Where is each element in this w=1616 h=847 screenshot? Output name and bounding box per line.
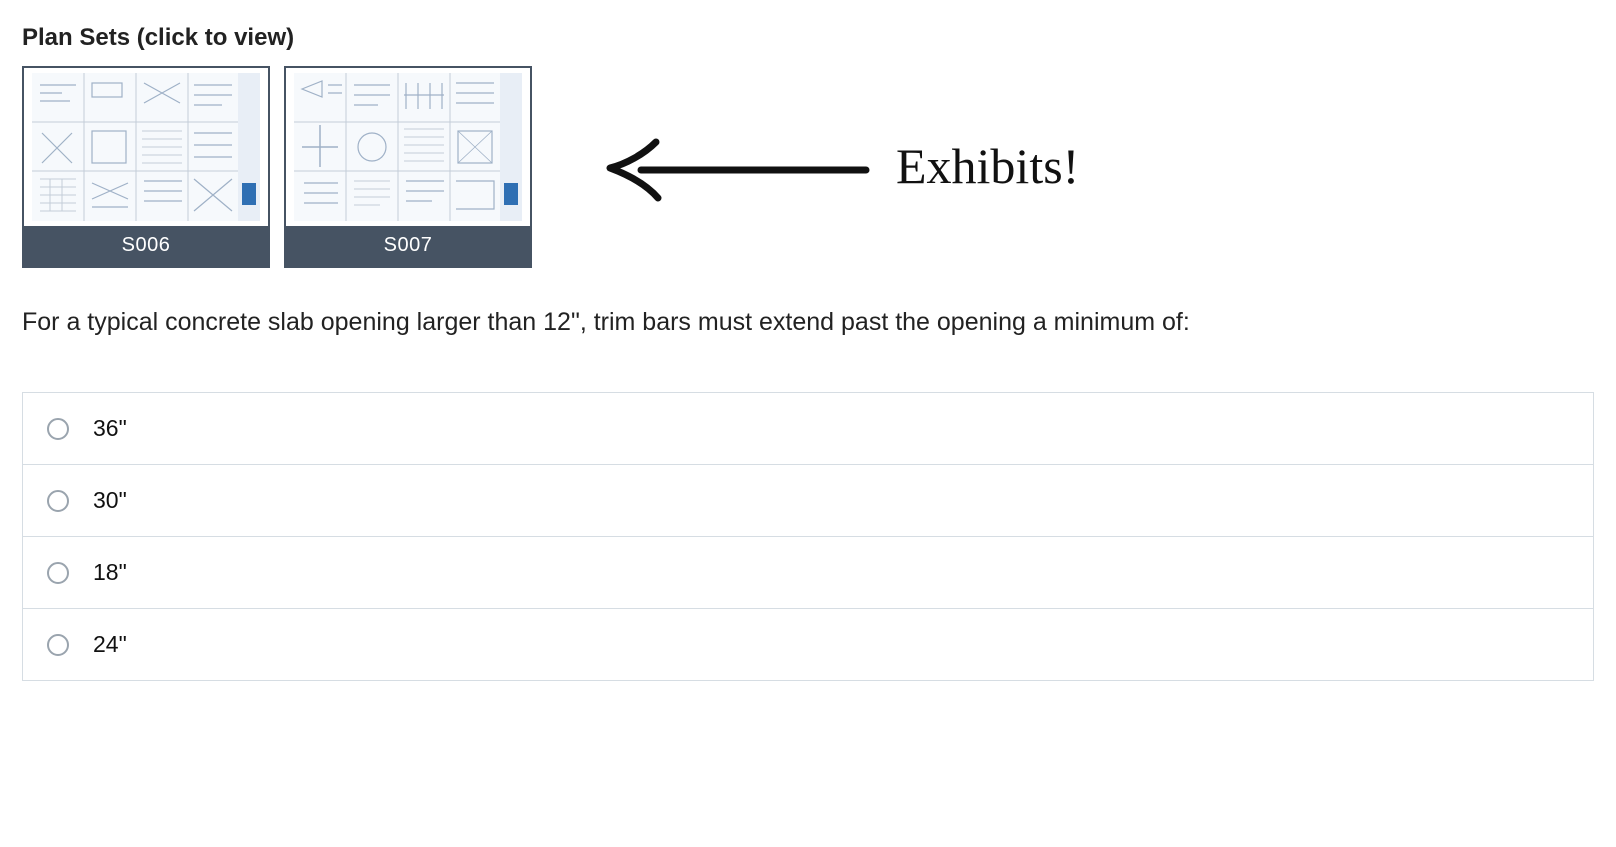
exhibits-label: Exhibits!: [896, 137, 1079, 195]
plan-card-label: S007: [286, 226, 530, 266]
plan-thumbnail: [286, 68, 530, 226]
arrow-left-icon: [596, 126, 876, 206]
plan-card-label: S006: [24, 226, 268, 266]
radio-icon: [47, 634, 69, 656]
plan-thumbnail: [24, 68, 268, 226]
plan-card-s006[interactable]: S006: [22, 66, 270, 268]
option-row[interactable]: 30": [23, 465, 1593, 537]
plan-sets-row: S006: [22, 66, 1594, 268]
option-label: 18": [93, 559, 127, 586]
plan-card-s007[interactable]: S007: [284, 66, 532, 268]
plan-sheet-icon: [294, 73, 522, 221]
plan-sets-heading: Plan Sets (click to view): [22, 24, 1594, 52]
option-label: 24": [93, 631, 127, 658]
option-label: 30": [93, 487, 127, 514]
option-row[interactable]: 36": [23, 393, 1593, 465]
options-list: 36" 30" 18" 24": [22, 392, 1594, 681]
option-row[interactable]: 18": [23, 537, 1593, 609]
question-text: For a typical concrete slab opening larg…: [22, 304, 1594, 340]
exhibits-annotation: Exhibits!: [596, 126, 1079, 206]
radio-icon: [47, 562, 69, 584]
option-label: 36": [93, 415, 127, 442]
option-row[interactable]: 24": [23, 609, 1593, 681]
plan-sheet-icon: [32, 73, 260, 221]
radio-icon: [47, 490, 69, 512]
radio-icon: [47, 418, 69, 440]
